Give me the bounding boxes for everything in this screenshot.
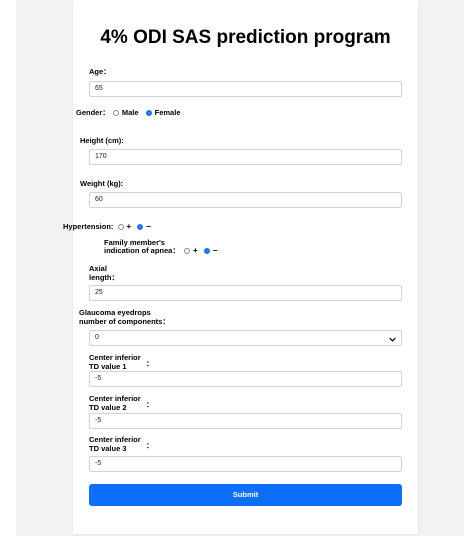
hypertension-minus-label: − <box>146 222 151 231</box>
axial-label-line2: length： <box>89 273 119 282</box>
age-input[interactable]: 65 <box>89 81 402 97</box>
axial-input[interactable]: 25 <box>89 285 402 301</box>
gender-label: Gender： <box>76 108 110 117</box>
family-row: indication of apnea： + − <box>104 246 221 255</box>
hypertension-plus-radio[interactable] <box>117 224 124 230</box>
axial-label-line1: Axial <box>89 264 107 273</box>
hypertension-plus-label: + <box>126 222 132 231</box>
family-label-line2: indication of apnea： <box>104 246 180 255</box>
gender-row: Gender： Male Female <box>76 108 186 117</box>
td1-input[interactable]: -5 <box>89 371 402 387</box>
hypertension-minus-radio[interactable] <box>137 224 144 230</box>
gender-male-radio[interactable] <box>112 110 119 116</box>
weight-label: Weight (kg): <box>80 179 124 188</box>
glaucoma-select-value: 0 <box>95 334 99 341</box>
hypertension-row: Hypertension: + − <box>63 222 155 231</box>
weight-input[interactable]: 60 <box>89 192 402 208</box>
td2-input[interactable]: -5 <box>89 413 402 429</box>
td3-colon: ： <box>146 441 154 450</box>
td1-label-line2: TD value 1 <box>89 362 127 371</box>
page-title: 4% ODI SAS prediction program <box>100 27 391 48</box>
gender-male-label: Male <box>121 108 139 117</box>
hypertension-label: Hypertension: <box>63 222 114 231</box>
family-minus-label: − <box>212 246 218 255</box>
glaucoma-label-line2: number of components： <box>79 317 170 326</box>
age-label: Age： <box>89 67 111 76</box>
family-plus-label: + <box>192 246 198 255</box>
submit-button[interactable]: Submit <box>89 484 402 506</box>
gender-female-label: Female <box>154 108 181 117</box>
td2-label-line1: Center inferior <box>89 394 141 403</box>
td1-label-line1: Center inferior <box>89 353 141 362</box>
height-label: Height (cm): <box>80 136 124 145</box>
td3-input[interactable]: -5 <box>89 456 402 472</box>
td2-label-line2: TD value 2 <box>89 403 127 412</box>
chevron-down-icon <box>389 334 396 348</box>
td2-colon: ： <box>146 400 154 409</box>
td1-colon: ： <box>146 359 154 368</box>
family-minus-radio[interactable] <box>203 248 210 254</box>
glaucoma-select[interactable]: 0 <box>89 330 402 346</box>
td3-label-line1: Center inferior <box>89 435 141 444</box>
td3-label-line2: TD value 3 <box>89 444 127 453</box>
family-plus-radio[interactable] <box>183 248 190 254</box>
glaucoma-label-line1: Glaucoma eyedrops <box>79 308 151 317</box>
gender-female-radio[interactable] <box>145 110 152 116</box>
page-margin <box>0 0 16 536</box>
height-input[interactable]: 170 <box>89 149 402 165</box>
